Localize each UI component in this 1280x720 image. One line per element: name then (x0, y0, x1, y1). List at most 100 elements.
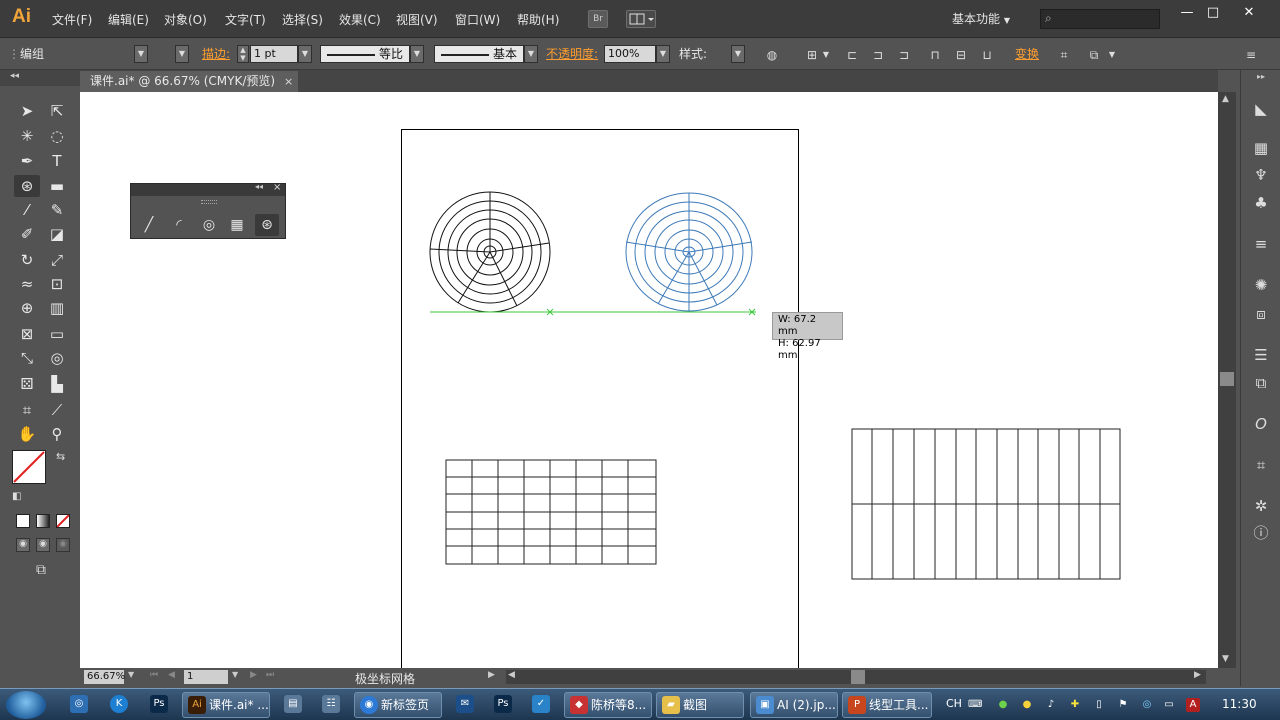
qq-icon[interactable]: ● (1020, 698, 1034, 712)
perspective-grid-tool-icon[interactable]: ▥ (44, 297, 70, 319)
opacity-field[interactable]: 100% (604, 45, 656, 63)
stroke-weight-dropdown[interactable]: ▼ (298, 45, 312, 63)
shape-options-icon[interactable]: ⧉ (1087, 48, 1101, 62)
rotate-tool-icon[interactable]: ↻ (14, 249, 40, 271)
layers-icon[interactable]: ☰ (1249, 344, 1273, 366)
device-icon[interactable]: ▯ (1092, 698, 1106, 712)
swap-fill-stroke-icon[interactable]: ⇆ (56, 450, 65, 463)
security-icon[interactable]: ✚ (1068, 698, 1082, 712)
direct-selection-tool-icon[interactable]: ⇱ (44, 100, 70, 122)
document-tab[interactable]: 课件.ai* @ 66.67% (CMYK/预览) × (80, 71, 298, 92)
align-middle-v-icon[interactable]: ⊟ (954, 48, 968, 62)
calculator-icon[interactable]: ▤ (284, 695, 302, 713)
gradient-tool-icon[interactable]: ▭ (44, 323, 70, 345)
shape-builder-tool-icon[interactable]: ⊕ (14, 297, 40, 319)
polar-grid-black[interactable] (429, 191, 551, 313)
network-app-icon[interactable]: ◎ (70, 695, 88, 713)
close-button[interactable]: ✕ (1234, 4, 1264, 22)
vertical-scroll-thumb[interactable] (1220, 372, 1234, 386)
align-bottom-icon[interactable]: ⊔ (980, 48, 994, 62)
fill-dropdown[interactable]: ▼ (134, 45, 148, 63)
eyedropper-tool-icon[interactable]: ⤡ (14, 347, 40, 369)
align-left-icon[interactable]: ⊏ (845, 48, 859, 62)
rectangular-grid-large[interactable] (851, 428, 1121, 580)
next-artboard-icon[interactable]: ▶ (250, 670, 257, 680)
free-transform-tool-icon[interactable]: ⊡ (44, 273, 70, 295)
expand-dock-icon[interactable]: ▸▸ (1257, 72, 1265, 81)
close-panel-icon[interactable]: × (273, 182, 281, 193)
align-top-icon[interactable]: ⊓ (928, 48, 942, 62)
polar-grid-selected[interactable] (625, 192, 753, 312)
shield-app-icon[interactable]: ✓ (532, 695, 550, 713)
menu-window[interactable]: 窗口(W) (455, 11, 500, 28)
align-to-dropdown[interactable]: ▼ (819, 48, 833, 62)
arc-tool-icon[interactable]: ◜ (167, 214, 191, 236)
navigator-icon[interactable]: ✲ (1249, 495, 1273, 517)
scale-tool-icon[interactable]: ⤢ (44, 249, 70, 271)
zoom-field[interactable]: 66.67% (84, 670, 125, 684)
pencil-tool-icon[interactable]: ✎ (44, 199, 70, 221)
swatches-icon[interactable]: ▦ (1249, 137, 1273, 159)
info-icon[interactable]: ⓘ (1249, 522, 1273, 544)
default-fill-stroke-icon[interactable]: ◧ (12, 491, 21, 502)
pen-tool-icon[interactable]: ✒ (14, 150, 40, 172)
stroke-weight-field[interactable]: 1 pt (250, 45, 298, 63)
workspace-switcher[interactable]: 基本功能 ▼ (946, 8, 1028, 30)
color-mode-icon[interactable] (16, 514, 30, 528)
isolate-group-icon[interactable]: ⌗ (1057, 48, 1071, 62)
menu-file[interactable]: 文件(F) (52, 11, 92, 28)
line-segment-tool-icon[interactable]: ╱ (137, 214, 161, 236)
first-artboard-icon[interactable]: ⏮ (150, 670, 158, 680)
profile-dropdown[interactable]: ▼ (410, 45, 424, 63)
transform-panel-icon[interactable]: ⌗ (1249, 454, 1273, 476)
transform-link[interactable]: 变换 (1015, 45, 1039, 63)
previous-artboard-icon[interactable]: ◀ (168, 670, 175, 680)
variable-width-profile[interactable]: 等比 (320, 45, 410, 63)
glyphs-icon[interactable]: O (1249, 413, 1273, 435)
restore-button[interactable]: □ (1198, 4, 1228, 22)
status-menu-icon[interactable]: ▶ (488, 670, 495, 680)
brush-dropdown[interactable]: ▼ (524, 45, 538, 63)
opacity-dropdown[interactable]: ▼ (656, 45, 670, 63)
mail-app-icon[interactable]: ✉ (456, 695, 474, 713)
width-tool-icon[interactable]: ≈ (14, 273, 40, 295)
start-button[interactable] (6, 691, 46, 719)
taskbar-item-chat[interactable]: ◆ 陈桥等8... (564, 692, 652, 718)
selection-tool-icon[interactable]: ➤ (14, 100, 40, 122)
wechat-icon[interactable]: ● (996, 698, 1010, 712)
rectangular-grid-small[interactable] (445, 459, 657, 565)
screen-mode-icon[interactable]: ⧉ (30, 562, 52, 580)
blob-brush-tool-icon[interactable]: ✐ (14, 223, 40, 245)
zoom-dropdown-icon[interactable]: ▼ (128, 670, 134, 679)
taskbar-item-illustrator[interactable]: Ai 课件.ai* ... (182, 692, 270, 718)
artboard-number-field[interactable]: 1 (184, 670, 228, 684)
artboards-icon[interactable]: ⧉ (1249, 372, 1273, 394)
horizontal-scroll-thumb[interactable] (851, 670, 865, 684)
menu-type[interactable]: 文字(T) (225, 11, 266, 28)
menu-select[interactable]: 选择(S) (282, 11, 323, 28)
k-app-icon[interactable]: K (110, 695, 128, 713)
scroll-left-icon[interactable]: ◀ (508, 670, 515, 680)
shape-options-dropdown[interactable]: ▼ (1105, 48, 1119, 62)
taskbar-item-image-viewer[interactable]: ▣ AI (2).jp... (750, 692, 838, 718)
photoshop-pinned-icon[interactable]: Ps (150, 695, 168, 713)
panel-menu-icon[interactable]: ≡ (1244, 48, 1258, 62)
volume-icon[interactable]: ♪ (1044, 698, 1058, 712)
taskbar-item-browser[interactable]: ◉ 新标签页 (354, 692, 442, 718)
appearance-icon[interactable]: ✺ (1249, 274, 1273, 296)
arrange-documents-button[interactable] (626, 10, 656, 28)
menu-object[interactable]: 对象(O) (164, 11, 207, 28)
draw-inside-icon[interactable]: ◉ (56, 538, 70, 552)
magic-wand-tool-icon[interactable]: ✳ (14, 125, 40, 147)
column-graph-tool-icon[interactable]: ▙ (44, 373, 70, 395)
explorer-icon[interactable]: ☷ (322, 695, 340, 713)
draw-normal-icon[interactable]: ◉ (16, 538, 30, 552)
rectangle-tool-icon[interactable]: ▬ (44, 175, 70, 197)
type-tool-icon[interactable]: T (44, 150, 70, 172)
hand-tool-icon[interactable]: ✋ (14, 423, 40, 445)
graphic-style-dropdown[interactable]: ▼ (731, 45, 745, 63)
opacity-label[interactable]: 不透明度: (546, 45, 598, 63)
polar-grid-tool-icon[interactable]: ⊛ (255, 214, 279, 236)
graphic-styles-icon[interactable]: ⧈ (1249, 303, 1273, 325)
blend-tool-icon[interactable]: ◎ (44, 347, 70, 369)
